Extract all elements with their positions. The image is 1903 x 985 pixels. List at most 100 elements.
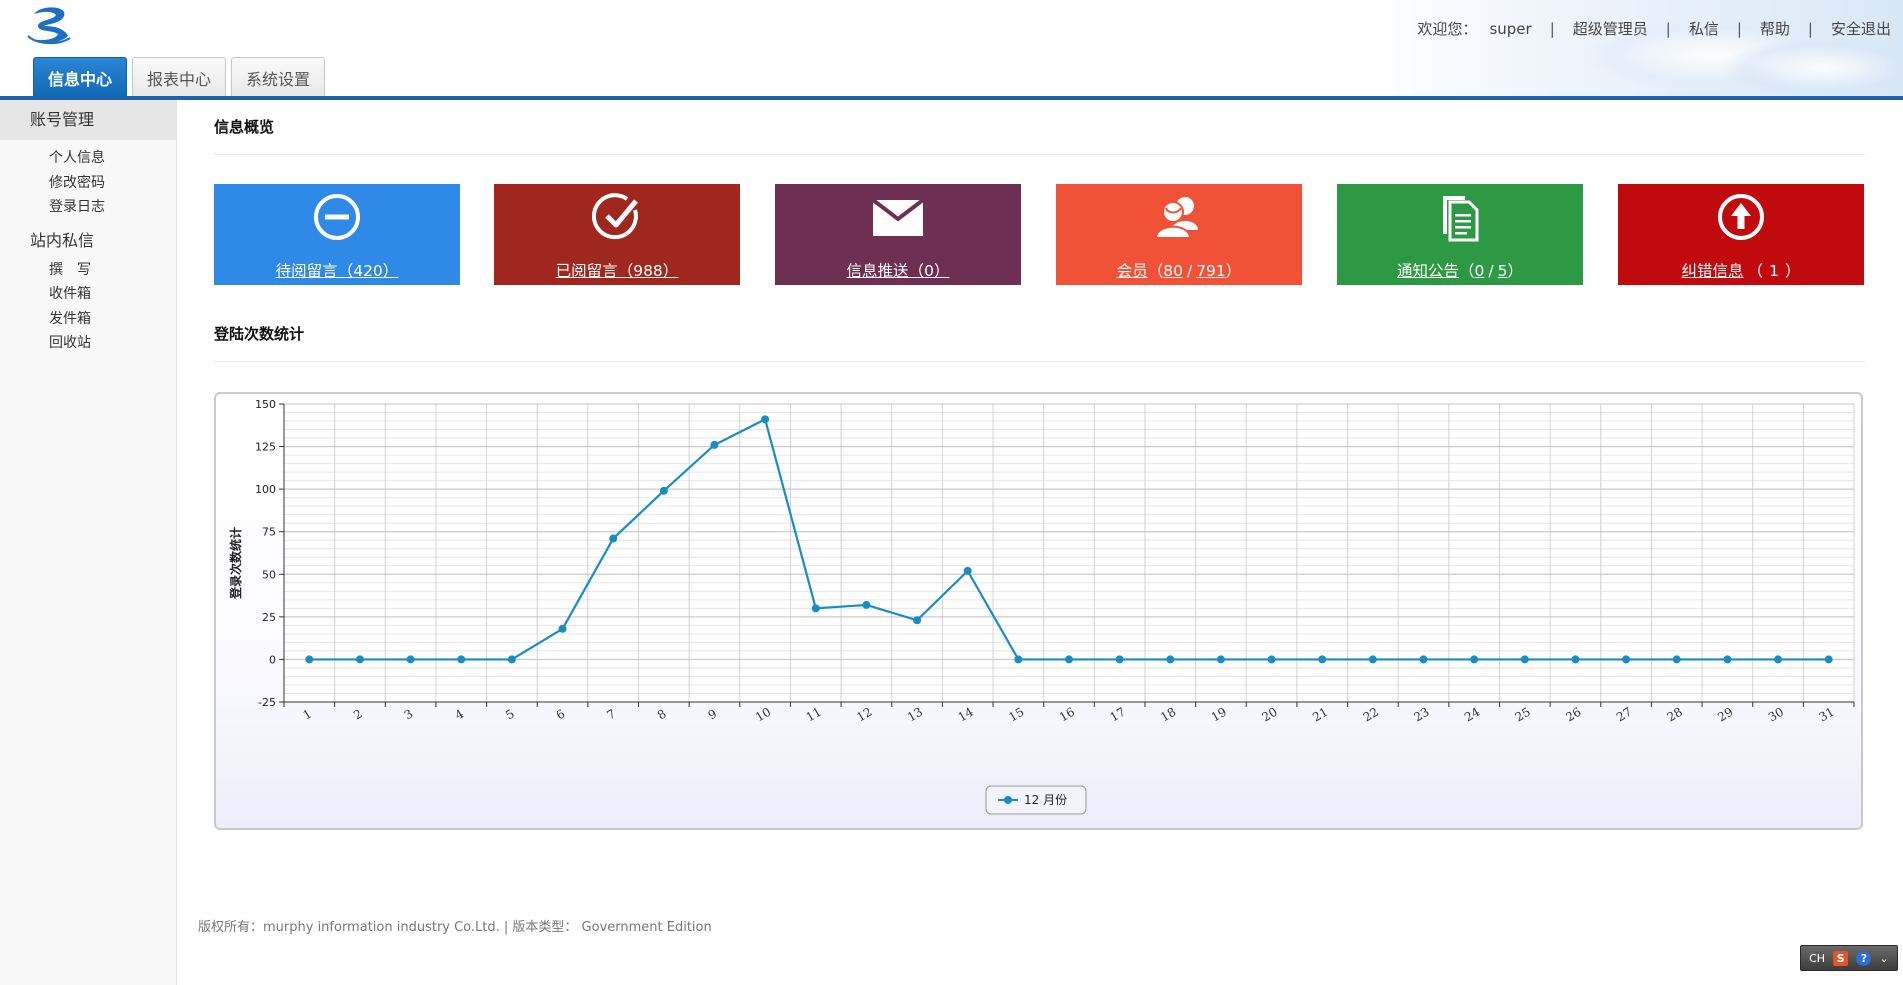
card-error-reports[interactable]: 纠错信息（ 1 ）	[1618, 184, 1864, 285]
section-title-overview: 信息概览	[214, 100, 1865, 155]
card-count[interactable]: 80	[1163, 262, 1183, 280]
sidebar-item-login-log[interactable]: 登录日志	[0, 195, 176, 220]
username: super	[1489, 19, 1532, 38]
data-point	[1774, 655, 1783, 664]
paren: ）	[933, 262, 950, 280]
card-label[interactable]: 会员（80/791）	[1056, 259, 1302, 281]
x-tick-label: 20	[1259, 705, 1279, 725]
data-point	[1520, 655, 1529, 664]
tab-report-center[interactable]: 报表中心	[132, 57, 227, 98]
card-count[interactable]: 1	[1769, 262, 1779, 280]
sidebar-group-title[interactable]: 账号管理	[0, 100, 176, 140]
card-notices[interactable]: 通知公告（0/5）	[1337, 184, 1583, 285]
x-tick-label: 21	[1310, 705, 1330, 725]
data-point	[1166, 655, 1175, 664]
ime-language[interactable]: CH	[1809, 952, 1825, 965]
x-tick-label: 25	[1513, 705, 1533, 725]
x-tick-label: 8	[655, 707, 669, 723]
paren: ）	[382, 262, 399, 280]
slash: /	[1186, 262, 1193, 280]
y-tick-label: 125	[255, 441, 276, 454]
data-point	[457, 655, 466, 664]
separator: |	[1807, 19, 1813, 38]
x-tick-label: 5	[503, 707, 517, 723]
data-point	[659, 486, 668, 495]
messages-link[interactable]: 私信	[1689, 18, 1719, 39]
data-point	[406, 655, 415, 664]
tab-system-settings[interactable]: 系统设置	[231, 57, 326, 98]
x-tick-label: 4	[452, 706, 466, 722]
card-count: 0	[924, 262, 934, 280]
card-title: 信息推送	[846, 262, 909, 280]
paren: ）	[1784, 262, 1801, 280]
ime-s-icon[interactable]: S	[1833, 950, 1849, 966]
x-tick-label: 9	[706, 707, 720, 723]
sidebar-item-outbox[interactable]: 发件箱	[0, 307, 176, 332]
card-label[interactable]: 信息推送（0）	[775, 259, 1021, 281]
legend-label: 12 月份	[1024, 793, 1067, 807]
card-label[interactable]: 已阅留言（988）	[494, 259, 740, 281]
data-point	[963, 566, 972, 575]
ime-help-icon[interactable]: ?	[1856, 950, 1872, 966]
x-tick-label: 16	[1057, 705, 1077, 725]
x-tick-label: 23	[1411, 705, 1431, 725]
data-point	[1368, 655, 1377, 664]
x-tick-label: 17	[1108, 705, 1128, 725]
data-point	[913, 616, 922, 625]
data-point	[1571, 655, 1580, 664]
sidebar-item-profile[interactable]: 个人信息	[0, 146, 176, 171]
card-label[interactable]: 待阅留言（420）	[214, 259, 460, 281]
footer-copyright: 版权所有：murphy information industry Co.Ltd.…	[198, 920, 712, 935]
sidebar-item-trash[interactable]: 回收站	[0, 331, 176, 356]
x-tick-label: 24	[1462, 704, 1483, 724]
data-point	[1622, 655, 1631, 664]
sidebar-item-change-password[interactable]: 修改密码	[0, 171, 176, 196]
x-tick-label: 2	[351, 707, 365, 723]
card-count-total[interactable]: 791	[1196, 262, 1226, 280]
section-title-login-stats: 登陆次数统计	[214, 307, 1865, 362]
login-chart-svg: -2502550751001251501 2 3 4 5 6 7 8 9 10 11 12 13 14 15…	[228, 398, 1855, 815]
card-title: 已阅留言	[555, 262, 618, 280]
data-point	[1672, 655, 1681, 664]
separator: |	[1549, 19, 1555, 38]
card-label[interactable]: 纠错信息（ 1 ）	[1618, 259, 1864, 281]
card-pending-messages[interactable]: 待阅留言（420）	[214, 184, 460, 285]
x-tick-label: 29	[1715, 705, 1735, 725]
ime-menu-icon[interactable]: ⌄	[1880, 952, 1889, 965]
data-point	[558, 624, 567, 633]
separator: |	[1736, 19, 1742, 38]
data-point	[1824, 655, 1833, 664]
y-tick-label: 100	[255, 483, 276, 496]
data-point	[1216, 655, 1225, 664]
envelope-icon	[873, 198, 923, 236]
paren: ）	[1225, 262, 1242, 280]
card-title: 会员	[1116, 262, 1148, 280]
card-count: 988	[633, 262, 663, 280]
logout-link[interactable]: 安全退出	[1831, 18, 1891, 39]
overview-cards: 待阅留言（420） 已阅留言（988） 信息推送（0） 会员（80 / 791）…	[214, 184, 1865, 285]
sidebar-item-compose[interactable]: 撰 写	[0, 258, 176, 283]
data-point	[507, 655, 516, 664]
paren: （	[1747, 262, 1764, 280]
x-tick-label: 7	[604, 707, 618, 723]
card-members[interactable]: 会员（80/791）	[1056, 184, 1302, 285]
sidebar-group-title[interactable]: 站内私信	[0, 224, 176, 258]
card-message-push[interactable]: 信息推送（0）	[775, 184, 1021, 285]
paren: ）	[662, 262, 679, 280]
y-tick-label: -25	[258, 696, 276, 709]
welcome-label: 欢迎您：	[1417, 20, 1478, 38]
sidebar-group-account: 账号管理 个人信息 修改密码 登录日志	[0, 100, 176, 224]
help-link[interactable]: 帮助	[1760, 18, 1790, 39]
card-title: 纠错信息	[1681, 262, 1744, 280]
card-read-messages[interactable]: 已阅留言（988）	[494, 184, 740, 285]
tab-info-center[interactable]: 信息中心	[33, 57, 128, 98]
paren: （	[1147, 262, 1164, 280]
x-tick-label: 3	[402, 707, 416, 723]
card-count[interactable]: 0	[1475, 262, 1485, 280]
role-label: 超级管理员	[1572, 20, 1648, 38]
card-label[interactable]: 通知公告（0/5）	[1337, 259, 1583, 281]
login-chart: -25 0 25 50 75 100 125 150 1 2 3 4 5 6 7 8 9 10 11 12 13 14 15…	[214, 392, 1863, 830]
card-count-total[interactable]: 5	[1498, 262, 1508, 280]
sidebar-item-inbox[interactable]: 收件箱	[0, 282, 176, 307]
x-tick-label: 14	[956, 704, 977, 724]
